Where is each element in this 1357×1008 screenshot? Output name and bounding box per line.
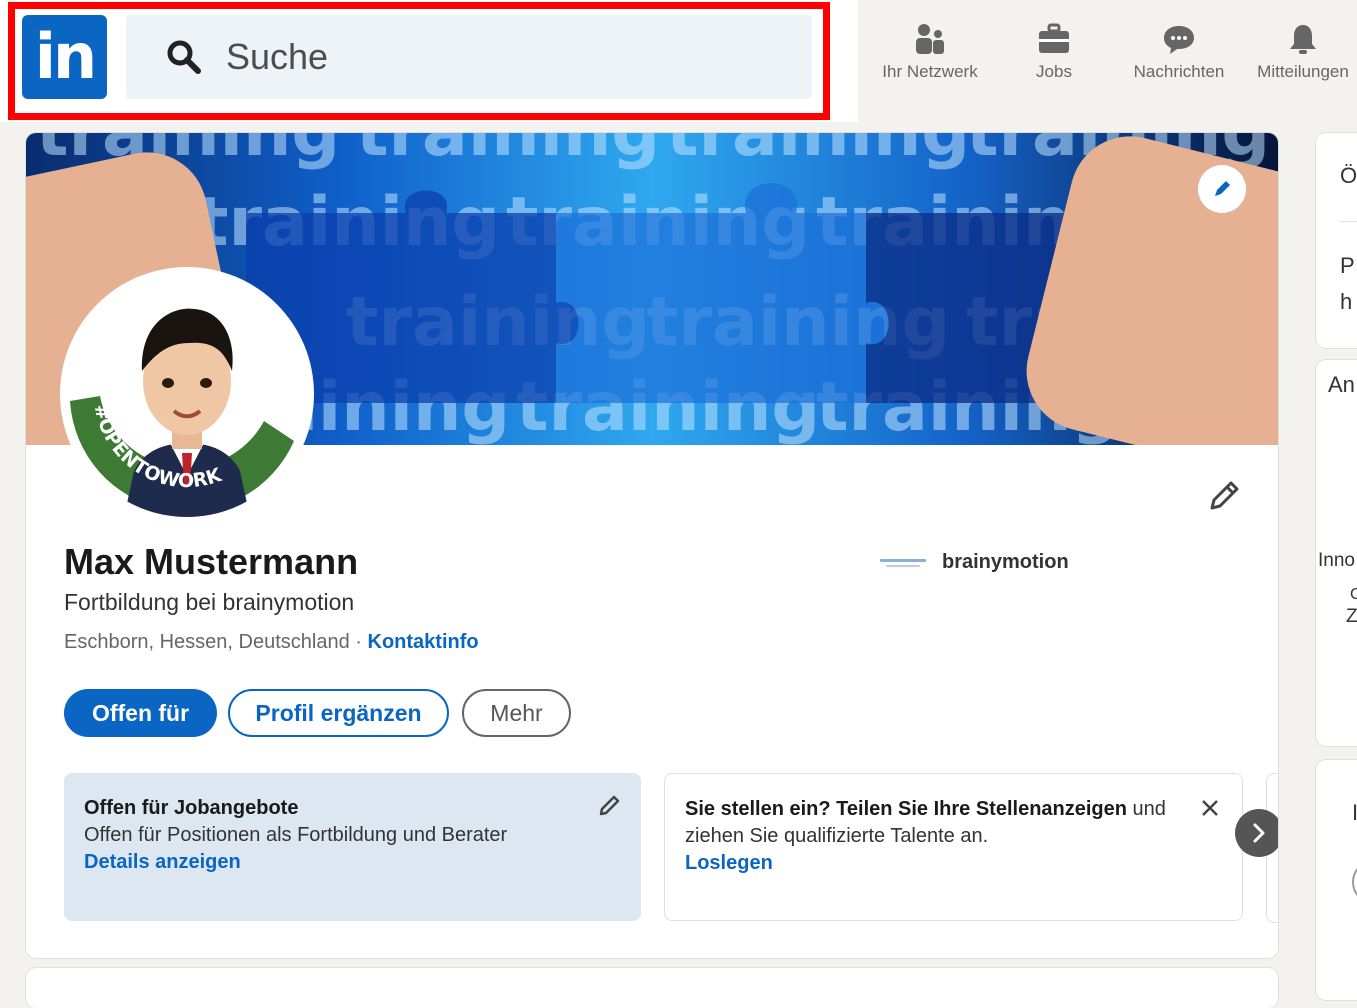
sidebar-peek-text: Inno <box>1318 550 1355 571</box>
contact-info-link[interactable]: Kontaktinfo <box>368 631 479 653</box>
edit-banner-button[interactable] <box>1198 165 1246 213</box>
bell-icon <box>1290 25 1316 54</box>
nav-label: Ihr Netzwerk <box>882 62 978 81</box>
divider <box>1340 221 1357 222</box>
sidebar-peek-text: P <box>1340 253 1355 278</box>
open-to-work-box: Offen für Jobangebote Offen für Position… <box>64 773 641 921</box>
sidebar-peek-text: C <box>1350 586 1357 603</box>
profile-location: Eschborn, Hessen, Deutschland · Kontakti… <box>64 631 479 654</box>
sidebar-peek-text: I <box>1352 800 1357 825</box>
carousel-next-button[interactable] <box>1235 809 1278 857</box>
sidebar-peek-text: Ö <box>1340 163 1357 188</box>
briefcase-icon <box>1039 23 1069 53</box>
hiring-text: ziehen Sie qualifizierte Talente an. <box>685 825 989 847</box>
highlight-box <box>8 2 830 120</box>
nav-item-network[interactable]: Ihr Netzwerk <box>870 22 990 92</box>
nav-label: Jobs <box>1036 62 1072 81</box>
edit-profile-pencil-icon[interactable] <box>1206 478 1242 514</box>
open-to-button[interactable]: Offen für <box>64 689 217 737</box>
nav-item-notifications[interactable]: Mitteilungen <box>1248 22 1357 92</box>
open-to-work-title: Offen für Jobangebote <box>84 797 299 819</box>
separator: · <box>349 631 368 653</box>
hiring-title-line: Sie stellen ein? Teilen Sie Ihre Stellen… <box>685 796 1222 823</box>
current-company[interactable]: brainymotion <box>878 551 1069 574</box>
hiring-title-suffix: und <box>1127 798 1166 820</box>
sidebar-card-profile-language: Ö P h <box>1316 133 1357 348</box>
profile-headline: Fortbildung bei brainymotion <box>64 589 355 615</box>
sidebar-peek-text: An <box>1328 372 1355 397</box>
network-icon <box>916 24 944 54</box>
hiring-box: Sie stellen ein? Teilen Sie Ihre Stellen… <box>664 773 1243 921</box>
company-name: brainymotion <box>942 551 1069 573</box>
profile-card: training training training training trai… <box>26 133 1278 958</box>
chevron-right-icon <box>1253 823 1265 843</box>
nav-item-jobs[interactable]: Jobs <box>1014 22 1094 92</box>
sidebar-avatar-peek <box>1352 860 1357 904</box>
next-section-card <box>26 968 1278 1008</box>
more-button[interactable]: Mehr <box>462 689 571 737</box>
pencil-icon <box>1215 181 1230 196</box>
puzzle-pieces <box>246 183 1066 403</box>
sidebar-peek-text: h <box>1340 289 1353 314</box>
nav-item-messages[interactable]: Nachrichten <box>1124 22 1234 92</box>
avatar-illustration: #OPENTOWORK <box>64 271 310 517</box>
open-to-work-text: Offen für Positionen als Fortbildung und… <box>84 824 508 846</box>
edit-pencil-icon[interactable] <box>597 793 621 817</box>
sidebar-card-more: I <box>1316 760 1357 1000</box>
nav-label: Nachrichten <box>1133 62 1225 81</box>
sidebar-peek-text: Z <box>1346 606 1357 627</box>
profile-avatar[interactable]: #OPENTOWORK <box>64 271 310 517</box>
message-icon <box>1164 26 1194 54</box>
sidebar-card-ad: An Inno C Z <box>1316 360 1357 746</box>
get-started-link[interactable]: Loslegen <box>685 850 1222 877</box>
details-link[interactable]: Details anzeigen <box>84 849 621 876</box>
close-icon[interactable] <box>1200 798 1220 818</box>
profile-name: Max Mustermann <box>64 541 359 582</box>
nav-label: Mitteilungen <box>1257 62 1349 81</box>
company-logo-icon <box>880 558 926 567</box>
hiring-title: Sie stellen ein? Teilen Sie Ihre Stellen… <box>685 798 1127 820</box>
location-text: Eschborn, Hessen, Deutschland <box>64 631 350 653</box>
complete-profile-button[interactable]: Profil ergänzen <box>228 689 449 737</box>
